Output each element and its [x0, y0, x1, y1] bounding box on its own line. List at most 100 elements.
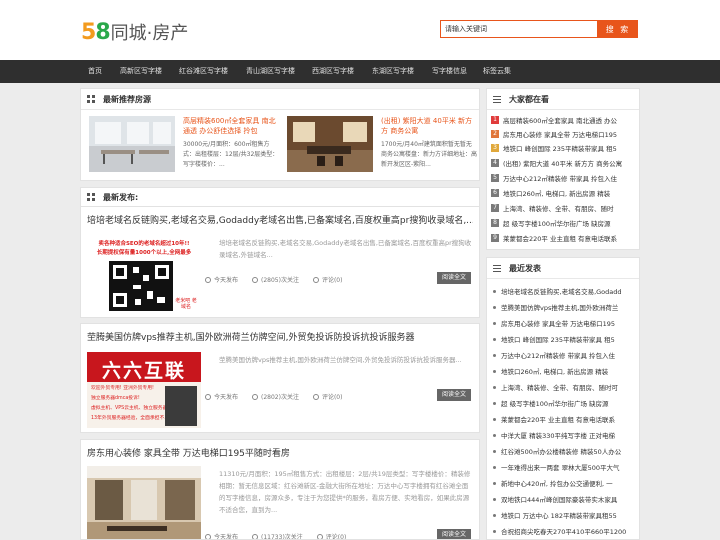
post-comments[interactable]: 评论(0)	[312, 275, 342, 284]
list-item[interactable]: 茔腾美国仿牌vps推荐主机,国外欧洲荷兰	[493, 302, 634, 312]
featured-section: 最新推荐房源 高层精装600㎡全套家具 南北通透 办公舒佳选择 拎包 30000…	[80, 88, 480, 181]
ad-line-2: 长期提权保有量1000个以上,全网最多	[96, 250, 192, 256]
comment-icon	[316, 533, 323, 539]
ad-line-1: 卖各种适合SEO的老域名超过10年!!	[98, 241, 190, 247]
featured-heading: 最新推荐房源	[103, 94, 151, 104]
post-title[interactable]: 茔腾美国仿牌vps推荐主机,国外欧洲荷兰仿牌空间,外贸免投诉防投诉抗投诉服务器	[87, 330, 473, 343]
post-comments[interactable]: 评论(0)	[316, 532, 346, 539]
featured-item[interactable]: (出租) 紫阳大道 40平米 新方方 商务公寓 1700元/月40㎡建筑面积暂无…	[287, 116, 477, 176]
office-photo[interactable]	[87, 466, 201, 539]
list-item[interactable]: 地铁口260㎡, 电梯口, 新出房源 精装	[493, 366, 634, 376]
recent-section: 最近发表 培培老域名反链购买,老域名交易,Godadd 茔腾美国仿牌vps推荐主…	[486, 257, 640, 540]
featured-desc: 1700元/月40㎡建筑面积暂无暂无商务公寓楼盘：新力方详细地址：高新开发区区-…	[381, 141, 478, 168]
popular-heading: 大家都在看	[509, 94, 549, 104]
site-logo[interactable]: 58 同城·房产	[81, 18, 188, 46]
nav-donghu[interactable]: 东湖区写字楼	[372, 60, 414, 83]
list-item[interactable]: 双地铁口444㎡峰创国际豪装带实木家具	[493, 494, 634, 504]
post-date: 今天发布	[205, 275, 238, 284]
post-comments[interactable]: 评论(0)	[312, 392, 342, 401]
post-card: 房东用心装修 家具全带 万达电梯口195平随时看房 11310元/月面积：195…	[80, 439, 480, 540]
eye-icon	[252, 393, 259, 400]
list-item[interactable]: 上海湾、精装修、全带、有朋房、随时可	[493, 382, 634, 392]
list-icon	[493, 264, 501, 272]
ad-line: 欢迎外贸专用! 亚洲外贸专用!	[91, 386, 154, 391]
header: 58 同城·房产 搜 索	[0, 0, 720, 60]
featured-title[interactable]: 高层精装600㎡全套家具 南北通透 办公舒佳选择 拎包	[183, 116, 279, 136]
post-meta: 今天发布 (2805)次关注 评论(0)	[205, 275, 356, 284]
featured-desc: 30000元/月面积：600㎡租售方式：出租楼层：12层/共32层类型：写字楼楼…	[183, 141, 279, 168]
recent-heading: 最近发表	[509, 263, 541, 273]
comment-icon	[312, 393, 319, 400]
nav-gaoxin[interactable]: 高新区写字楼	[120, 60, 162, 83]
list-item[interactable]: 红谷滩500㎡办公楼精装修 精装50人办公	[493, 446, 634, 456]
list-item[interactable]: 万达中心212㎡精装修 带家具 拎包入住	[493, 350, 634, 360]
nav-xihu[interactable]: 西湖区写字楼	[312, 60, 354, 83]
comment-icon	[312, 276, 319, 283]
hosting-ad-image[interactable]: 六六互联 欢迎外贸专用! 亚洲外贸专用! 独立服务器dmca投诉! 虚拟主机、V…	[87, 352, 201, 428]
nav-tags[interactable]: 标签云集	[483, 60, 511, 83]
read-more-button[interactable]: 阅读全文	[437, 389, 471, 401]
search-button[interactable]: 搜 索	[598, 20, 638, 38]
post-date: 今天发布	[205, 532, 238, 539]
list-item[interactable]: 7 上海湾、精装修、全带、有朋房、随时	[491, 203, 634, 213]
read-more-button[interactable]: 阅读全文	[437, 272, 471, 284]
recent-header: 最近发表	[487, 258, 639, 279]
nav-home[interactable]: 首页	[88, 60, 102, 83]
clock-icon	[205, 393, 211, 400]
list-item[interactable]: 3 地铁口 峰创国际 235平精装带家具 租5	[491, 143, 634, 153]
list-item[interactable]: 培培老域名反链购买,老域名交易,Godadd	[493, 286, 634, 296]
read-more-button[interactable]: 阅读全文	[437, 529, 471, 539]
ad-line: 虚拟主机、VPS云主机、独立服务器	[91, 406, 165, 411]
eye-icon	[252, 276, 259, 283]
post-views: (11733)次关注	[252, 532, 303, 539]
logo-text: 同城·房产	[110, 23, 189, 44]
logo-58: 58	[81, 19, 111, 45]
search-bar: 搜 索	[440, 20, 638, 38]
post-title[interactable]: 房东用心装修 家具全带 万达电梯口195平随时看房	[87, 446, 473, 459]
nav-qingshanhu[interactable]: 青山湖区写字楼	[246, 60, 295, 83]
post-views: (2805)次关注	[252, 275, 299, 284]
list-item[interactable]: 2 房东用心装修 家具全带 万达电梯口195	[491, 129, 634, 139]
featured-title[interactable]: (出租) 紫阳大道 40平米 新方方 商务公寓	[381, 116, 477, 136]
list-item[interactable]: 一年难得出来一两套 翠林大厦500平大气	[493, 462, 634, 472]
post-views: (2802)次关注	[252, 392, 299, 401]
nav-honggutan[interactable]: 红谷滩区写字楼	[179, 60, 228, 83]
list-item[interactable]: 1 高层精装600㎡全套家具 南北通透 办公	[491, 115, 634, 125]
list-item[interactable]: 超 级写字楼100㎡华尔街广场 缺房源	[493, 398, 634, 408]
popular-header: 大家都在看	[487, 89, 639, 110]
post-excerpt: 培培老域名反链购买,老域名交易,Godaddy老域名出售,已备案域名,百度权重高…	[219, 239, 472, 259]
search-input[interactable]	[440, 20, 598, 38]
eye-icon	[252, 533, 259, 539]
ad-tag: 老米吧 老域名	[175, 298, 197, 310]
main-nav: 首页 高新区写字楼 红谷滩区写字楼 青山湖区写字楼 西湖区写字楼 东湖区写字楼 …	[0, 60, 720, 83]
list-item[interactable]: 房东用心装修 家具全带 万达电梯口195	[493, 318, 634, 328]
list-item[interactable]: 新地中心420㎡, 拎包办公交通便利, 一	[493, 478, 634, 488]
post-card: 培培老域名反链购买,老域名交易,Godaddy老域名出售,已备案域名,百度权重高…	[80, 206, 480, 318]
list-item[interactable]: 9 莱蒙都会220平 业主直租 有意电话联系	[491, 233, 634, 243]
featured-item[interactable]: 高层精装600㎡全套家具 南北通透 办公舒佳选择 拎包 30000元/月面积：6…	[89, 116, 279, 176]
list-item[interactable]: 合祝招商尖吃春天270平410平660平1200	[493, 526, 634, 536]
list-item[interactable]: 8超 级写字楼100㎡华尔街广场 缺房源	[491, 218, 634, 228]
nav-office-info[interactable]: 写字楼信息	[432, 60, 467, 83]
grid-icon	[87, 193, 95, 201]
domain-ad-image[interactable]: 卖各种适合SEO的老域名超过10年!! 长期提权保有量1000个以上,全网最多 …	[87, 235, 201, 315]
office-photo[interactable]	[287, 116, 373, 172]
post-date: 今天发布	[205, 392, 238, 401]
post-meta: 今天发布 (2802)次关注 评论(0)	[205, 392, 356, 401]
list-item[interactable]: 中洋大厦 精装330平纯写字楼 正对电梯	[493, 430, 634, 440]
popular-section: 大家都在看 1 高层精装600㎡全套家具 南北通透 办公 2 房东用心装修 家具全带…	[486, 88, 640, 250]
list-item[interactable]: 莱蒙都会220平 业主直租 有意电话联系	[493, 414, 634, 424]
list-item[interactable]: 地铁口 万达中心 182平精装带家具租55	[493, 510, 634, 520]
latest-header-box: 最新发布:	[80, 187, 480, 207]
post-title[interactable]: 培培老域名反链购买,老域名交易,Godaddy老域名出售,已备案域名,百度权重高…	[87, 213, 473, 226]
clock-icon	[205, 276, 211, 283]
list-item[interactable]: 5 万达中心212㎡精装修 带家具 拎包入住	[491, 173, 634, 183]
list-item[interactable]: 4 (出租) 紫阳大道 40平米 新方方 商务公寓	[491, 158, 634, 168]
post-card: 茔腾美国仿牌vps推荐主机,国外欧洲荷兰仿牌空间,外贸免投诉防投诉抗投诉服务器 …	[80, 323, 480, 433]
office-photo[interactable]	[89, 116, 175, 172]
list-item[interactable]: 6 地铁口260㎡, 电梯口, 新出房源 精装	[491, 188, 634, 198]
list-item[interactable]: 地铁口 峰创国际 235平精装带家具 租5	[493, 334, 634, 344]
latest-heading: 最新发布:	[103, 192, 139, 202]
ad-line: 13年外贸服务器经验，全面承担不...	[91, 416, 165, 421]
featured-header: 最新推荐房源	[81, 89, 479, 110]
